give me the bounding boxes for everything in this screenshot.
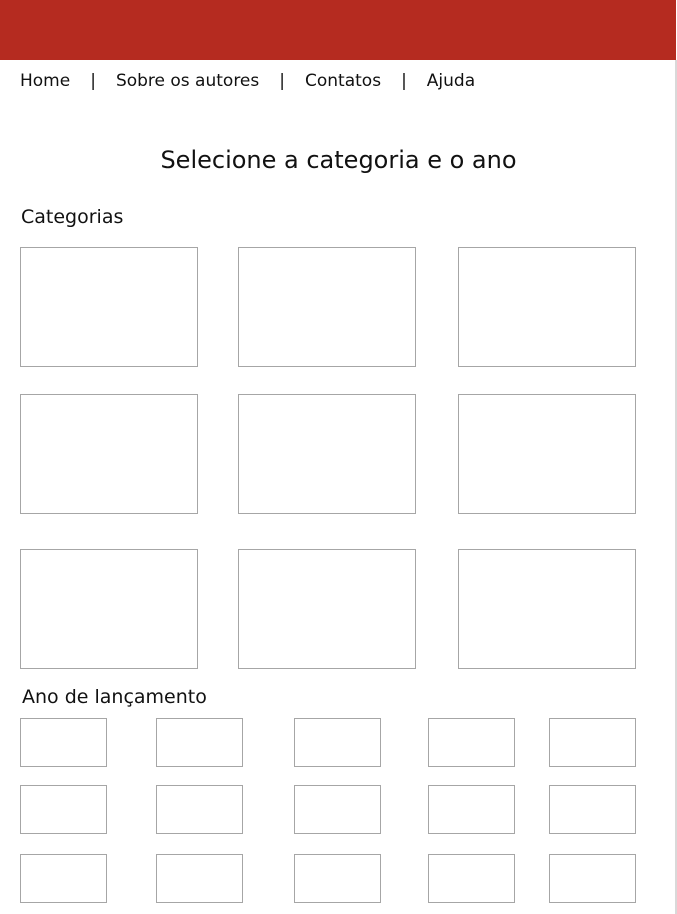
categories-heading: Categorias	[21, 206, 124, 228]
category-tile[interactable]	[238, 549, 416, 669]
year-tile[interactable]	[294, 718, 381, 767]
year-tile[interactable]	[549, 718, 636, 767]
nav-separator: |	[401, 71, 407, 91]
category-tile[interactable]	[458, 394, 636, 514]
year-tile[interactable]	[20, 718, 107, 767]
header-bar	[0, 0, 676, 60]
page: Home | Sobre os autores | Contatos | Aju…	[0, 0, 677, 914]
year-tile[interactable]	[294, 785, 381, 834]
year-tile[interactable]	[156, 785, 243, 834]
category-tile[interactable]	[20, 549, 198, 669]
release-year-heading: Ano de lançamento	[22, 686, 207, 708]
year-tile[interactable]	[549, 785, 636, 834]
year-tile[interactable]	[549, 854, 636, 903]
nav-about-authors-link[interactable]: Sobre os autores	[116, 71, 259, 91]
year-tile[interactable]	[294, 854, 381, 903]
nav-separator: |	[90, 71, 96, 91]
category-tile[interactable]	[238, 247, 416, 367]
top-nav: Home | Sobre os autores | Contatos | Aju…	[20, 68, 475, 94]
nav-contacts-link[interactable]: Contatos	[305, 71, 381, 91]
year-tile[interactable]	[428, 718, 515, 767]
category-tile[interactable]	[458, 549, 636, 669]
year-tile[interactable]	[20, 854, 107, 903]
category-tile[interactable]	[458, 247, 636, 367]
year-tile[interactable]	[428, 785, 515, 834]
category-tile[interactable]	[20, 394, 198, 514]
year-tile[interactable]	[156, 854, 243, 903]
page-title: Selecione a categoria e o ano	[160, 146, 517, 174]
category-tile[interactable]	[20, 247, 198, 367]
nav-home-link[interactable]: Home	[20, 71, 70, 91]
nav-help-link[interactable]: Ajuda	[427, 71, 475, 91]
nav-separator: |	[279, 71, 285, 91]
category-tile[interactable]	[238, 394, 416, 514]
year-tile[interactable]	[156, 718, 243, 767]
year-tile[interactable]	[428, 854, 515, 903]
year-tile[interactable]	[20, 785, 107, 834]
